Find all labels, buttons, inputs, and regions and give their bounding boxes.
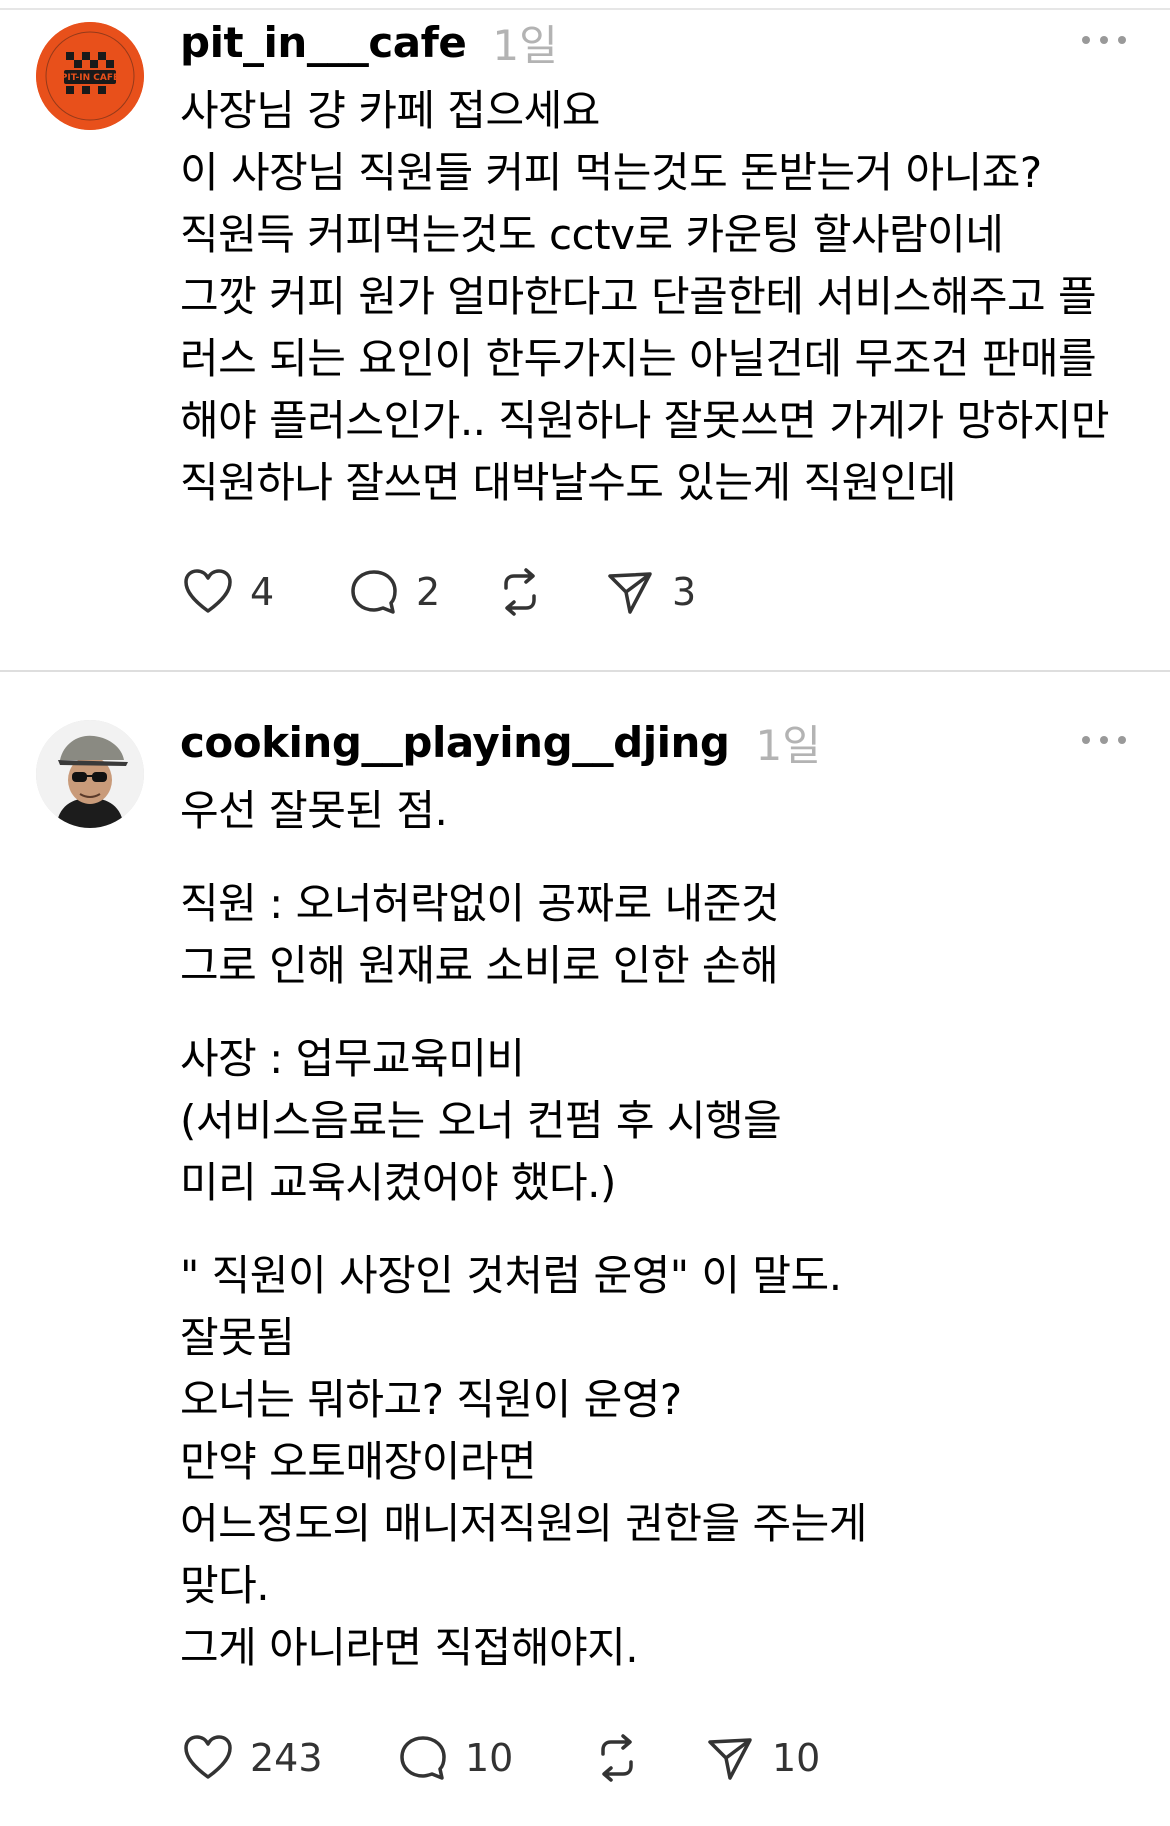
comment-button[interactable]: 2 [346,564,492,620]
more-options-button[interactable] [1082,30,1126,50]
post-divider [0,670,1170,672]
post-header: cooking__playing__djing 1일 [180,712,821,772]
dot-icon [1100,736,1108,744]
text-line: 사장님 걍 카페 접으세요 [180,86,600,135]
text-line: 만약 오토매장이라면 [180,1437,537,1486]
like-count: 243 [250,1736,323,1780]
text-line: 맞다. [180,1561,270,1610]
text-line: 오너는 뭐하고? 직원이 운영? [180,1375,682,1424]
comment-count: 10 [465,1736,514,1780]
dot-icon [1118,36,1126,44]
text-line: 그깟 커피 원가 얼마한다고 단골한테 서비스해주고 플 [180,272,1097,321]
username[interactable]: cooking__playing__djing [180,718,730,767]
action-bar: 243 10 10 [180,1728,820,1788]
comment-count: 2 [416,570,441,614]
more-options-button[interactable] [1082,730,1126,750]
comment-icon [351,570,397,614]
comment-icon [400,1736,446,1780]
comment-button[interactable]: 10 [395,1730,589,1786]
dot-icon [1118,736,1126,744]
dot-icon [1082,36,1090,44]
text-line: 어느정도의 매니저직원의 권한을 주는게 [180,1499,867,1548]
share-count: 3 [672,570,697,614]
avatar[interactable]: PIT-IN CAFE [36,22,144,130]
post-time: 1일 [755,720,821,770]
text-line: (서비스음료는 오너 컨펌 후 시행을 [180,1096,782,1145]
text-line: 미리 교육시켰어야 했다.) [180,1158,616,1207]
text-line: 우선 잘못된 점. [180,786,448,835]
heart-icon [184,569,232,613]
post-body: 사장님 걍 카페 접으세요 이 사장님 직원들 커피 먹는것도 돈받는거 아니죠… [180,80,1140,514]
action-bar: 4 2 3 [180,562,696,622]
text-line: 잘못됨 [180,1313,295,1362]
dot-icon [1100,36,1108,44]
send-icon [608,572,652,614]
text-line: 이 사장님 직원들 커피 먹는것도 돈받는거 아니죠? [180,148,1042,197]
share-button[interactable]: 10 [702,1730,820,1786]
text-line: 해야 플러스인가.. 직원하나 잘못쓰면 가게가 망하지만 [180,396,1110,445]
share-button[interactable]: 3 [602,564,696,620]
repost-icon [601,1734,633,1782]
send-icon [708,1738,752,1780]
like-button[interactable]: 243 [180,1730,395,1786]
svg-text:PIT-IN CAFE: PIT-IN CAFE [61,73,119,83]
repost-button[interactable] [492,564,602,620]
heart-icon [184,1735,232,1779]
text-line: 그로 인해 원재료 소비로 인한 손해 [180,941,779,990]
share-count: 10 [772,1736,821,1780]
post-header: pit_in___cafe 1일 [180,12,558,72]
text-line: 직원득 커피먹는것도 cctv로 카운팅 할사람이네 [180,210,1004,259]
repost-icon [504,568,536,616]
text-line: " 직원이 사장인 것처럼 운영" 이 말도. [180,1251,842,1300]
dot-icon [1082,736,1090,744]
text-line: 직원하나 잘쓰면 대박날수도 있는게 직원인데 [180,458,957,507]
post-body: 우선 잘못된 점. 직원 : 오너허락없이 공짜로 내준것 그로 인해 원재료 … [180,780,1140,1679]
top-divider [0,8,1170,10]
text-line: 직원 : 오너허락없이 공짜로 내준것 [180,879,780,928]
username[interactable]: pit_in___cafe [180,18,467,67]
repost-button[interactable] [589,1730,702,1786]
like-button[interactable]: 4 [180,564,346,620]
text-line: 그게 아니라면 직접해야지. [180,1623,639,1672]
avatar[interactable] [36,720,144,828]
post-time: 1일 [492,20,558,70]
like-count: 4 [250,570,275,614]
text-line: 러스 되는 요인이 한두가지는 아닐건데 무조건 판매를 [180,334,1097,383]
text-line: 사장 : 업무교육미비 [180,1034,525,1083]
